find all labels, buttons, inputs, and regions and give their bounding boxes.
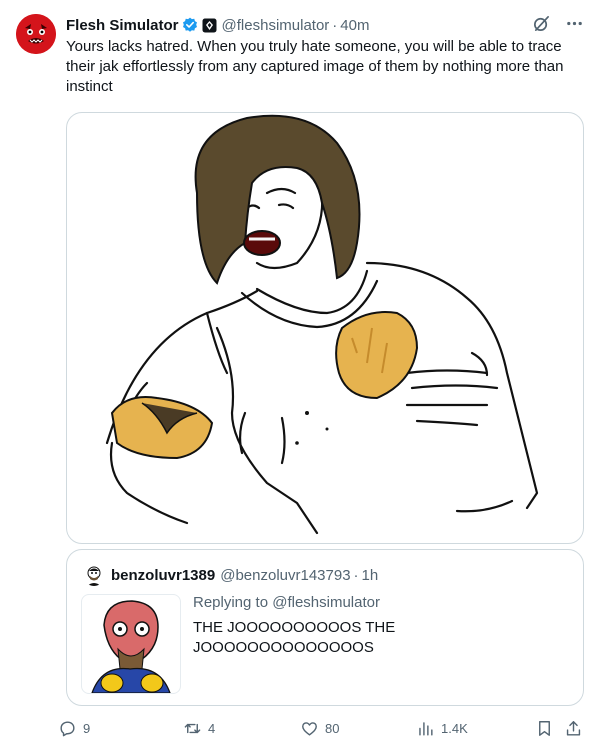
reply-count: 9: [83, 720, 91, 736]
quoted-author-handle[interactable]: @benzoluvr143793: [220, 567, 350, 584]
tweet-media-image[interactable]: [66, 112, 584, 544]
quoted-tweet-header: benzoluvr1389 @benzoluvr143793 · 1h: [83, 564, 378, 586]
share-button[interactable]: [564, 716, 589, 740]
author-avatar[interactable]: [16, 14, 56, 54]
tweet-action-bar: 9 4 80 1.4K: [58, 716, 588, 740]
more-icon[interactable]: [565, 14, 584, 37]
tweet-timestamp[interactable]: 40m: [340, 17, 369, 34]
bookmark-button[interactable]: [535, 716, 560, 740]
like-icon: [302, 721, 317, 736]
views-count: 1.4K: [441, 720, 468, 736]
reply-button[interactable]: 9: [58, 716, 90, 740]
author-name[interactable]: Flesh Simulator: [66, 17, 179, 34]
header-tools: [532, 14, 584, 37]
separator-dot: ·: [353, 566, 359, 584]
quoted-tweet-text: THE JOOOOOOOOOOS THE JOOOOOOOOOOOOOOS: [193, 619, 396, 656]
replying-to-mention[interactable]: @fleshsimulator: [272, 594, 380, 611]
repost-button[interactable]: 4: [183, 716, 215, 740]
replying-to-label: Replying to: [193, 594, 273, 611]
quoted-author-name[interactable]: benzoluvr1389: [111, 567, 215, 584]
wojak-drawing-image: [105, 114, 539, 535]
author-handle[interactable]: @fleshsimulator: [222, 17, 330, 34]
share-icon: [566, 720, 581, 736]
views-button[interactable]: 1.4K: [416, 716, 468, 740]
reply-icon: [60, 720, 75, 736]
quoted-tweet[interactable]: benzoluvr1389 @benzoluvr143793 · 1h Repl…: [66, 549, 584, 706]
quoted-tweet-thumbnail-image[interactable]: [81, 594, 181, 694]
repost-icon: [184, 723, 201, 733]
affiliate-badge-icon[interactable]: [202, 18, 217, 33]
separator-dot: ·: [332, 16, 338, 34]
views-icon: [419, 721, 433, 736]
bookmark-icon: [539, 720, 550, 736]
quoted-author-avatar[interactable]: [83, 564, 105, 586]
tweet-header: Flesh Simulator @fleshsimulator · 40m: [66, 14, 584, 36]
verified-badge-icon[interactable]: [182, 17, 198, 33]
repost-count: 4: [208, 720, 216, 736]
tweet-text: Yours lacks hatred. When you truly hate …: [66, 38, 564, 95]
like-button[interactable]: 80: [300, 716, 339, 740]
like-count: 80: [325, 720, 340, 736]
replying-to-line: Replying to @fleshsimulator: [193, 594, 380, 611]
quoted-tweet-timestamp[interactable]: 1h: [362, 567, 379, 584]
grok-icon[interactable]: [532, 14, 551, 37]
